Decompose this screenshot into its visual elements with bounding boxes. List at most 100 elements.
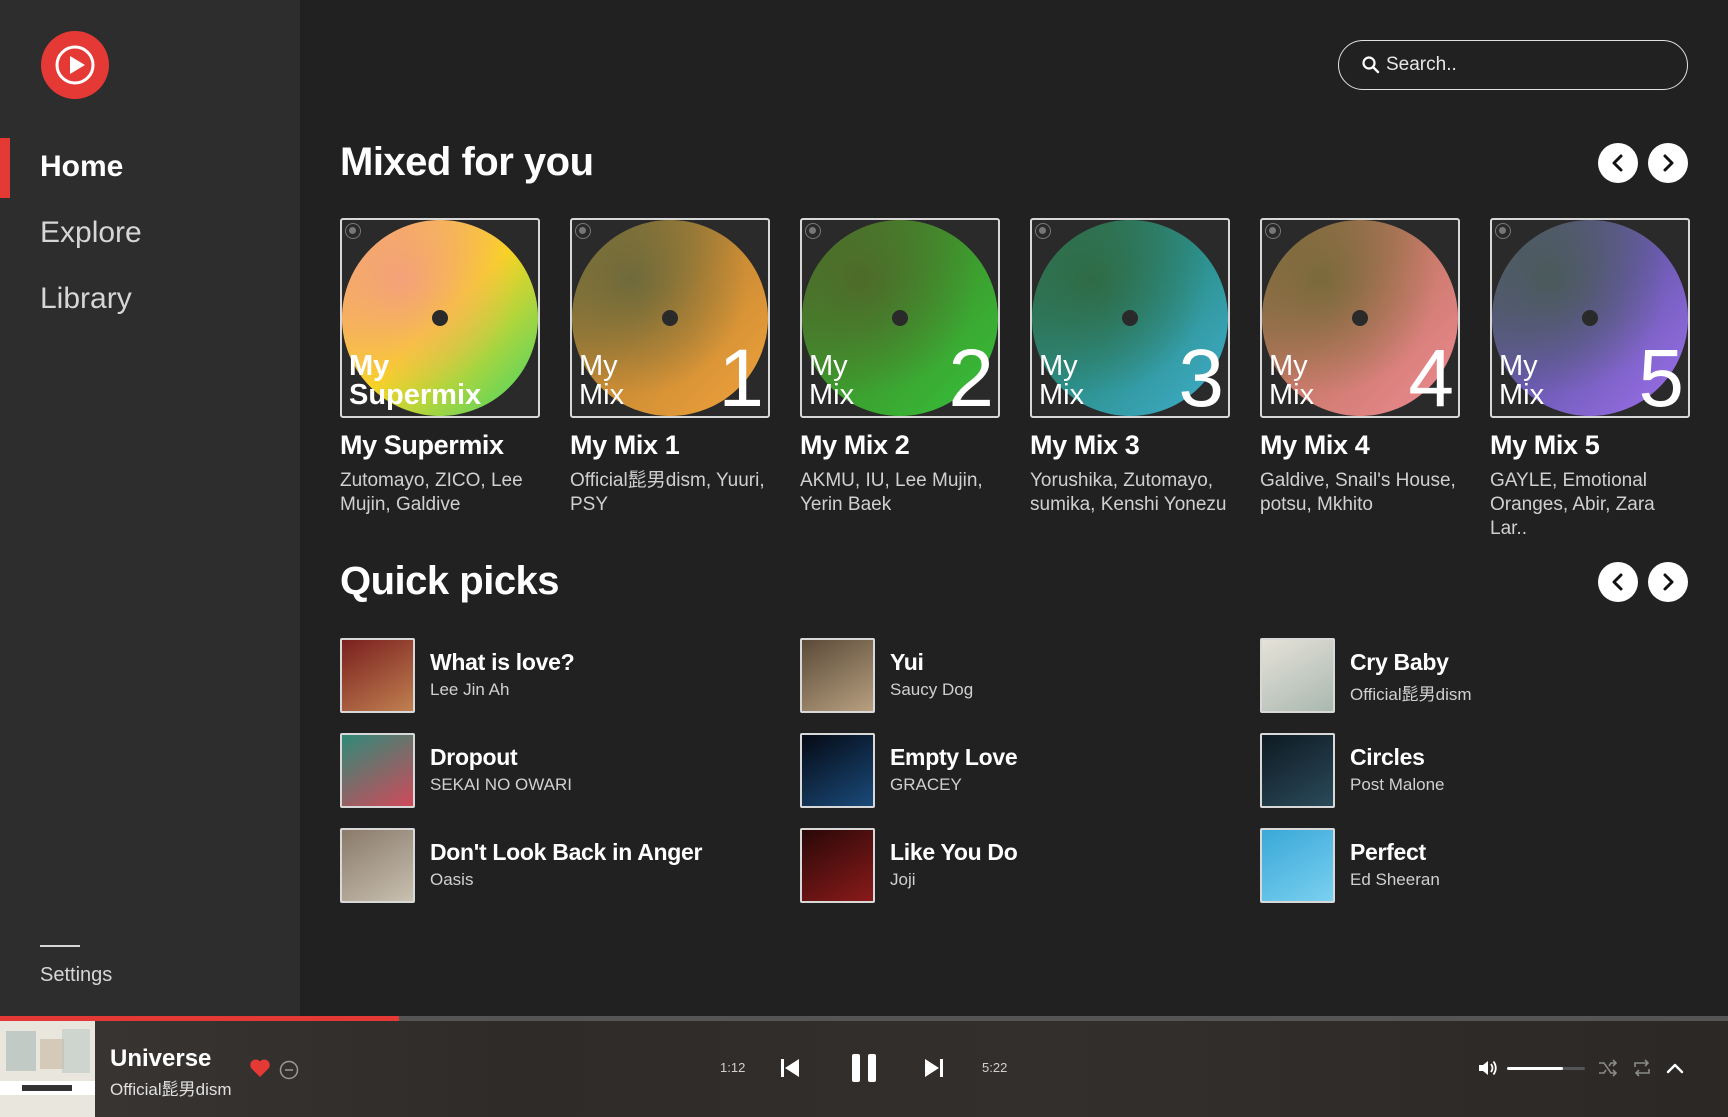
song-artist[interactable]: Joji <box>890 870 916 890</box>
pause-icon <box>852 1054 876 1082</box>
quick-pick-item[interactable]: Dropout SEKAI NO OWARI <box>340 733 760 808</box>
album-art-thumbnail[interactable] <box>340 733 415 808</box>
quick-next-button[interactable] <box>1648 562 1688 602</box>
album-art-thumbnail[interactable] <box>340 638 415 713</box>
mix-cover[interactable]: My Supermix <box>340 218 540 418</box>
mix-disc-hole <box>432 310 448 326</box>
repeat-button[interactable] <box>1632 1059 1652 1082</box>
quick-pick-item[interactable]: Empty Love GRACEY <box>800 733 1220 808</box>
mix-title[interactable]: My Mix 4 <box>1260 430 1460 461</box>
album-art-thumbnail[interactable] <box>1260 733 1335 808</box>
mix-card[interactable]: My Mix 5 My Mix 5 GAYLE, Emotional Oranges, … <box>1490 218 1690 541</box>
song-title[interactable]: Empty Love <box>890 744 1018 771</box>
song-title[interactable]: Yui <box>890 649 924 676</box>
mixed-prev-button[interactable] <box>1598 143 1638 183</box>
mix-cover[interactable]: My Mix 1 <box>570 218 770 418</box>
quick-pick-item[interactable]: What is love? Lee Jin Ah <box>340 638 760 713</box>
quick-prev-button[interactable] <box>1598 562 1638 602</box>
mix-artists: Galdive, Snail's House, potsu, Mkhito <box>1260 470 1456 515</box>
quick-pick-item[interactable]: Yui Saucy Dog <box>800 638 1220 713</box>
mix-disc-hole <box>662 310 678 326</box>
album-art-thumbnail[interactable] <box>1260 828 1335 903</box>
album-art-thumbnail[interactable] <box>800 828 875 903</box>
song-title[interactable]: Like You Do <box>890 839 1018 866</box>
quick-pick-item[interactable]: Like You Do Joji <box>800 828 1220 903</box>
mix-title[interactable]: My Mix 1 <box>570 430 770 461</box>
pause-button[interactable] <box>849 1052 879 1089</box>
quick-pick-item[interactable]: Perfect Ed Sheeran <box>1260 828 1680 903</box>
chevron-right-icon <box>1663 154 1674 172</box>
nav-active-indicator <box>0 138 10 198</box>
mix-card[interactable]: My Mix 1 My Mix 1 Official髭男dism, Yuuri, PSY <box>570 218 770 517</box>
quick-pick-item[interactable]: Cry Baby Official髭男dism <box>1260 638 1680 713</box>
album-art-thumbnail[interactable] <box>340 828 415 903</box>
song-title[interactable]: Perfect <box>1350 839 1426 866</box>
sidebar-item-home[interactable]: Home <box>40 150 123 184</box>
song-title[interactable]: What is love? <box>430 649 575 676</box>
now-playing-title[interactable]: Universe <box>110 1045 211 1073</box>
sidebar-item-explore[interactable]: Explore <box>40 216 142 250</box>
mix-title[interactable]: My Mix 5 <box>1490 430 1690 461</box>
settings-link[interactable]: Settings <box>40 964 112 987</box>
mix-card[interactable]: My Mix 2 My Mix 2 AKMU, IU, Lee Mujin, Yerin… <box>800 218 1000 517</box>
volume-icon <box>1479 1060 1497 1076</box>
song-artist[interactable]: GRACEY <box>890 775 962 795</box>
mix-disc-hole <box>1582 310 1598 326</box>
search-box[interactable] <box>1338 40 1688 90</box>
like-button[interactable] <box>249 1058 271 1083</box>
song-artist[interactable]: Saucy Dog <box>890 680 973 700</box>
quick-pick-item[interactable]: Don't Look Back in Anger Oasis <box>340 828 760 903</box>
sidebar-item-library[interactable]: Library <box>40 282 132 316</box>
quick-picks-title: Quick picks <box>340 559 560 603</box>
song-artist[interactable]: Post Malone <box>1350 775 1445 795</box>
album-art-thumbnail[interactable] <box>1260 638 1335 713</box>
mix-cover-label-line2: Supermix <box>349 379 482 411</box>
song-artist[interactable]: SEKAI NO OWARI <box>430 775 572 795</box>
song-artist[interactable]: Ed Sheeran <box>1350 870 1440 890</box>
search-input[interactable] <box>1386 51 1666 79</box>
record-icon <box>575 223 591 239</box>
record-icon <box>805 223 821 239</box>
album-art-thumbnail[interactable] <box>800 733 875 808</box>
song-artist[interactable]: Oasis <box>430 870 473 890</box>
repeat-icon <box>1634 1059 1650 1077</box>
now-playing-artist[interactable]: Official髭男dism <box>110 1075 232 1100</box>
song-title[interactable]: Dropout <box>430 744 518 771</box>
mix-title[interactable]: My Mix 2 <box>800 430 1000 461</box>
dislike-button[interactable] <box>279 1060 299 1085</box>
mix-cover[interactable]: My Mix 5 <box>1490 218 1690 418</box>
next-button[interactable] <box>923 1057 945 1084</box>
now-playing-art[interactable] <box>0 1021 95 1117</box>
song-artist[interactable]: Official髭男dism <box>1350 680 1472 705</box>
mix-cover[interactable]: My Mix 4 <box>1260 218 1460 418</box>
youtube-music-logo[interactable] <box>41 31 109 99</box>
progress-bar[interactable] <box>0 1016 1728 1021</box>
album-art-thumbnail[interactable] <box>800 638 875 713</box>
song-title[interactable]: Don't Look Back in Anger <box>430 839 702 866</box>
mix-card[interactable]: My Mix 3 My Mix 3 Yorushika, Zutomayo, sumik… <box>1030 218 1230 517</box>
mix-card[interactable]: My Supermix My Supermix Zutomayo, ZICO, Lee… <box>340 218 540 517</box>
mix-cover[interactable]: My Mix 2 <box>800 218 1000 418</box>
song-artist[interactable]: Lee Jin Ah <box>430 680 509 700</box>
record-icon <box>345 223 361 239</box>
volume-button[interactable] <box>1477 1058 1499 1083</box>
mix-title[interactable]: My Supermix <box>340 430 540 461</box>
volume-slider[interactable] <box>1507 1067 1585 1070</box>
quick-pick-item[interactable]: Circles Post Malone <box>1260 733 1680 808</box>
song-title[interactable]: Circles <box>1350 744 1425 771</box>
shuffle-icon <box>1599 1059 1618 1077</box>
search-icon <box>1362 56 1380 74</box>
mix-title[interactable]: My Mix 3 <box>1030 430 1230 461</box>
previous-button[interactable] <box>779 1057 801 1084</box>
shuffle-button[interactable] <box>1598 1059 1618 1082</box>
mixed-next-button[interactable] <box>1648 143 1688 183</box>
mix-cover[interactable]: My Mix 3 <box>1030 218 1230 418</box>
sidebar: Home Explore Library Settings <box>0 0 300 1016</box>
mix-number: 5 <box>1638 333 1684 418</box>
record-icon <box>1265 223 1281 239</box>
record-icon <box>1035 223 1051 239</box>
mix-cover-label: My Supermix <box>349 352 529 410</box>
expand-button[interactable] <box>1665 1061 1685 1080</box>
song-title[interactable]: Cry Baby <box>1350 649 1449 676</box>
mix-card[interactable]: My Mix 4 My Mix 4 Galdive, Snail's House, po… <box>1260 218 1460 517</box>
